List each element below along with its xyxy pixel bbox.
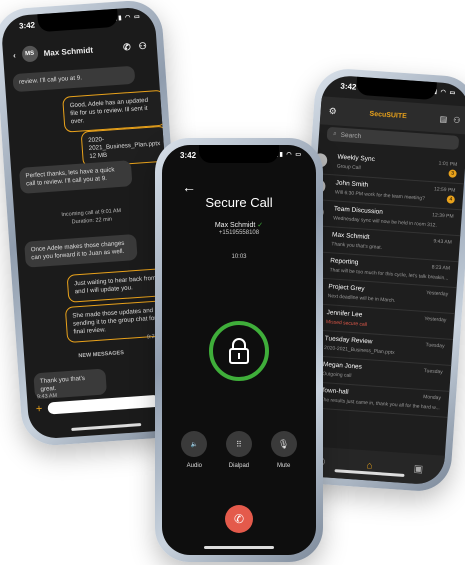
dialpad-icon[interactable]: ⠿ — [225, 431, 252, 457]
mute-icon[interactable]: 🎙 — [270, 431, 297, 457]
hangup-icon: ✆ — [233, 512, 245, 526]
add-user-icon[interactable]: ⚇ — [453, 115, 461, 124]
search-icon: ⌕ — [332, 130, 337, 138]
status-time: 3:42 — [180, 151, 197, 160]
audio-label: Audio — [186, 463, 202, 469]
item-name: Town-hall — [320, 386, 349, 396]
contacts-tab-icon[interactable]: ▣ — [413, 463, 423, 475]
home-indicator — [204, 546, 274, 549]
item-name: Megan Jones — [322, 361, 363, 371]
back-icon[interactable]: ‹ — [13, 50, 16, 59]
item-time: 12:39 PM — [432, 212, 454, 220]
chat-header: ‹ MS Max Schmidt ✆ ⚇ — [2, 28, 158, 73]
notch — [355, 76, 437, 101]
hangup-button[interactable]: ✆ — [225, 505, 253, 533]
conversation-list: Weekly SyncGroup Call1:01 PM3JSJohn Smit… — [296, 148, 465, 418]
call-duration: 10:03 — [231, 254, 247, 260]
item-name: Project Grey — [328, 283, 365, 293]
avatar: MS — [21, 45, 39, 63]
item-name: Team Discussion — [333, 205, 384, 216]
item-time: Tuesday — [425, 342, 445, 350]
item-time: Yesterday — [424, 315, 447, 324]
status-time: 3:42 — [18, 20, 36, 31]
item-name: Weekly Sync — [337, 153, 376, 164]
item-time: 12:59 PM — [433, 186, 456, 194]
add-user-icon[interactable]: ⚇ — [138, 40, 147, 52]
contact-name: Max Schmidt — [43, 45, 94, 58]
item-name: Reporting — [329, 257, 359, 267]
app-title: SecuSUITE — [369, 110, 408, 120]
speaker-icon[interactable]: 🔈 — [181, 431, 208, 457]
phone-call: 3:42 ▮▮▮ ◠ ▭ ← Secure Call Max Schmidt ✓… — [155, 138, 323, 562]
item-time: 9:43 AM — [433, 238, 452, 246]
notch — [199, 145, 279, 163]
message-in: Perfect thanks, lets have a quick call t… — [18, 160, 133, 194]
phone-icon[interactable]: ✆ — [123, 41, 131, 52]
caller-name: Max Schmidt ✓ — [214, 222, 264, 229]
secure-lock-icon — [209, 321, 269, 381]
dialpad-control[interactable]: ⠿ Dialpad — [225, 431, 252, 469]
call-controls: 🔈 Audio ⠿ Dialpad 🎙 Mute — [172, 431, 306, 469]
item-time: Monday — [422, 394, 442, 402]
status-time: 3:42 — [340, 81, 357, 92]
dialpad-label: Dialpad — [228, 463, 250, 469]
search-placeholder: Search — [340, 131, 362, 140]
audio-control[interactable]: 🔈 Audio — [181, 431, 208, 469]
home-indicator — [71, 423, 142, 431]
item-name: Tuesday Review — [324, 335, 373, 346]
call-log: Incoming call at 9:01 AM Duration: 22 mi… — [61, 207, 122, 226]
mute-control[interactable]: 🎙 Mute — [270, 431, 297, 469]
home-tab-icon[interactable]: ⌂ — [366, 460, 373, 471]
call-title: Secure Call — [205, 195, 273, 210]
item-time: Tuesday — [423, 368, 443, 376]
mute-label: Mute — [276, 463, 291, 469]
caller-number: +15195558108 — [218, 230, 260, 236]
item-time: 1:01 PM — [438, 160, 458, 168]
message-in: Once Adele makes those changes can you f… — [24, 233, 138, 268]
item-time: 8:23 AM — [431, 264, 451, 272]
plus-icon[interactable]: + — [35, 403, 42, 415]
notch — [37, 8, 119, 33]
item-name: Max Schmidt — [331, 231, 370, 241]
chat-icon[interactable]: ▤ — [439, 114, 447, 124]
item-name: John Smith — [335, 179, 369, 189]
verified-icon: ✓ — [257, 222, 264, 229]
item-name: Jennifer Lee — [326, 309, 363, 319]
back-arrow-icon[interactable]: ← — [182, 179, 196, 195]
item-time: Yesterday — [425, 290, 449, 298]
call-screen: 3:42 ▮▮▮ ◠ ▭ ← Secure Call Max Schmidt ✓… — [162, 145, 316, 555]
